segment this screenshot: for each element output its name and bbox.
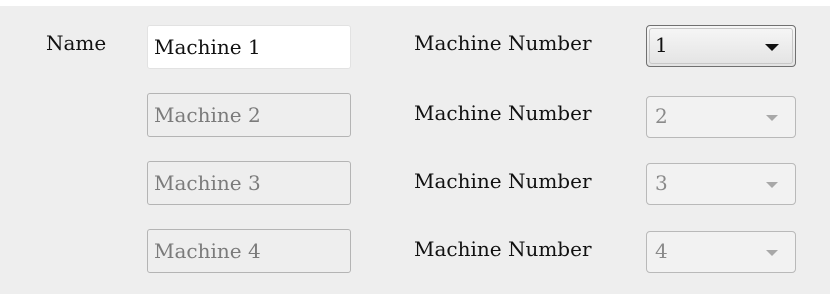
machine-name-field-3[interactable]: Machine 3 xyxy=(147,161,351,205)
machine-number-select-4[interactable]: 4 xyxy=(646,231,796,273)
panel-top-edge xyxy=(0,0,830,6)
chevron-down-icon xyxy=(766,250,778,256)
chevron-down-icon xyxy=(766,182,778,188)
machine-number-label-3: Machine Number xyxy=(414,169,592,193)
chevron-down-icon xyxy=(765,44,779,51)
panel-bottom-edge xyxy=(0,294,830,298)
machine-number-select-1[interactable]: 1 xyxy=(646,25,796,67)
machine-name-field-4[interactable]: Machine 4 xyxy=(147,229,351,273)
machine-settings-panel: Name Machine 1 Machine Number 1 Machine … xyxy=(0,0,830,298)
chevron-down-icon xyxy=(766,115,778,121)
machine-name-field-2[interactable]: Machine 2 xyxy=(147,93,351,137)
machine-number-select-3[interactable]: 3 xyxy=(646,163,796,205)
machine-number-label-2: Machine Number xyxy=(414,101,592,125)
selected-value: 1 xyxy=(655,33,668,57)
machine-name-field-1[interactable]: Machine 1 xyxy=(147,25,351,69)
selected-value: 4 xyxy=(655,239,668,263)
machine-number-label-1: Machine Number xyxy=(414,31,592,55)
selected-value: 2 xyxy=(655,104,668,128)
name-label: Name xyxy=(46,31,107,55)
machine-number-label-4: Machine Number xyxy=(414,237,592,261)
selected-value: 3 xyxy=(655,171,668,195)
machine-number-select-2[interactable]: 2 xyxy=(646,96,796,138)
